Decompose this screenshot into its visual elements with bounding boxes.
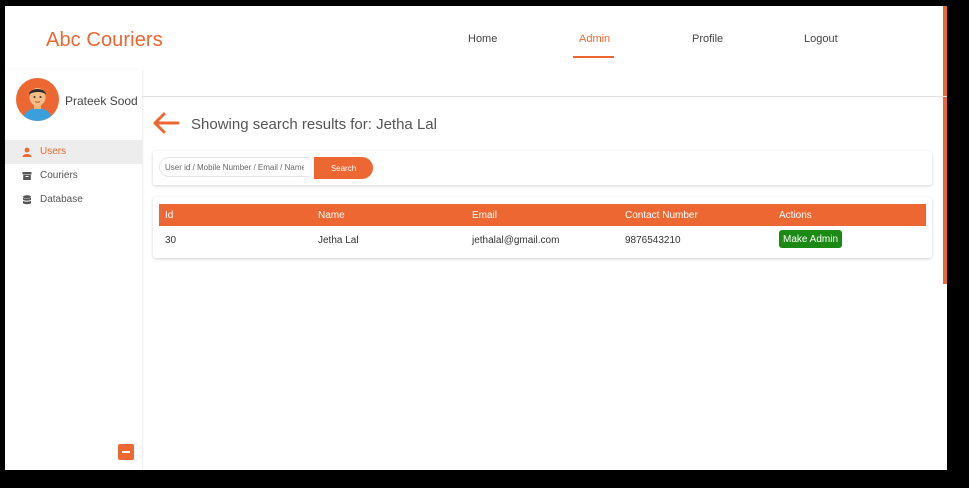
make-admin-button[interactable]: Make Admin bbox=[779, 230, 843, 248]
column-header-actions: Actions bbox=[779, 210, 812, 221]
column-header-id: Id bbox=[165, 210, 174, 221]
cell-id: 30 bbox=[165, 235, 177, 246]
sidebar-item-couriers[interactable]: Couriers bbox=[5, 164, 142, 188]
search-bar: Search bbox=[153, 151, 932, 185]
sidebar-item-label: Database bbox=[40, 194, 83, 205]
column-header-contact: Contact Number bbox=[625, 210, 698, 221]
table-header: Id Name Email Contact Number Actions bbox=[159, 204, 926, 226]
box-icon bbox=[22, 172, 32, 180]
nav-active-indicator bbox=[573, 56, 614, 58]
column-header-name: Name bbox=[318, 210, 345, 221]
database-icon bbox=[23, 195, 31, 205]
results-title: Showing search results for: Jetha Lal bbox=[191, 116, 437, 133]
cell-email: jethalal@gmail.com bbox=[472, 235, 560, 246]
avatar[interactable] bbox=[16, 78, 59, 121]
search-input[interactable] bbox=[159, 157, 309, 177]
sidebar-item-label: Couriers bbox=[40, 170, 78, 181]
nav-admin[interactable]: Admin bbox=[579, 33, 610, 45]
cell-name: Jetha Lal bbox=[318, 235, 359, 246]
results-table: Id Name Email Contact Number Actions 30 … bbox=[153, 197, 932, 258]
person-avatar-icon bbox=[22, 88, 53, 121]
cell-contact: 9876543210 bbox=[625, 235, 681, 246]
page-scrollbar[interactable] bbox=[943, 6, 947, 284]
nav-home[interactable]: Home bbox=[468, 33, 497, 45]
nav-profile[interactable]: Profile bbox=[692, 33, 723, 45]
column-header-email: Email bbox=[472, 210, 498, 221]
user-name: Prateek Sood bbox=[65, 94, 138, 108]
sidebar-item-users[interactable]: Users bbox=[5, 140, 142, 164]
nav-logout[interactable]: Logout bbox=[804, 33, 838, 45]
sidebar: Prateek Sood Users Couriers Database bbox=[5, 70, 142, 470]
search-button[interactable]: Search bbox=[314, 157, 373, 179]
sidebar-item-database[interactable]: Database bbox=[5, 188, 142, 212]
collapse-sidebar-button[interactable] bbox=[118, 444, 134, 460]
minus-icon bbox=[122, 451, 130, 453]
subheader-divider bbox=[142, 96, 947, 97]
app-window: Abc Couriers Home Admin Profile Logout P… bbox=[5, 6, 947, 470]
user-icon bbox=[22, 147, 32, 157]
sidebar-item-label: Users bbox=[40, 146, 67, 157]
arrow-left-icon[interactable] bbox=[152, 112, 180, 134]
brand-logo-text[interactable]: Abc Couriers bbox=[46, 29, 163, 52]
frame-shadow bbox=[9, 480, 964, 488]
